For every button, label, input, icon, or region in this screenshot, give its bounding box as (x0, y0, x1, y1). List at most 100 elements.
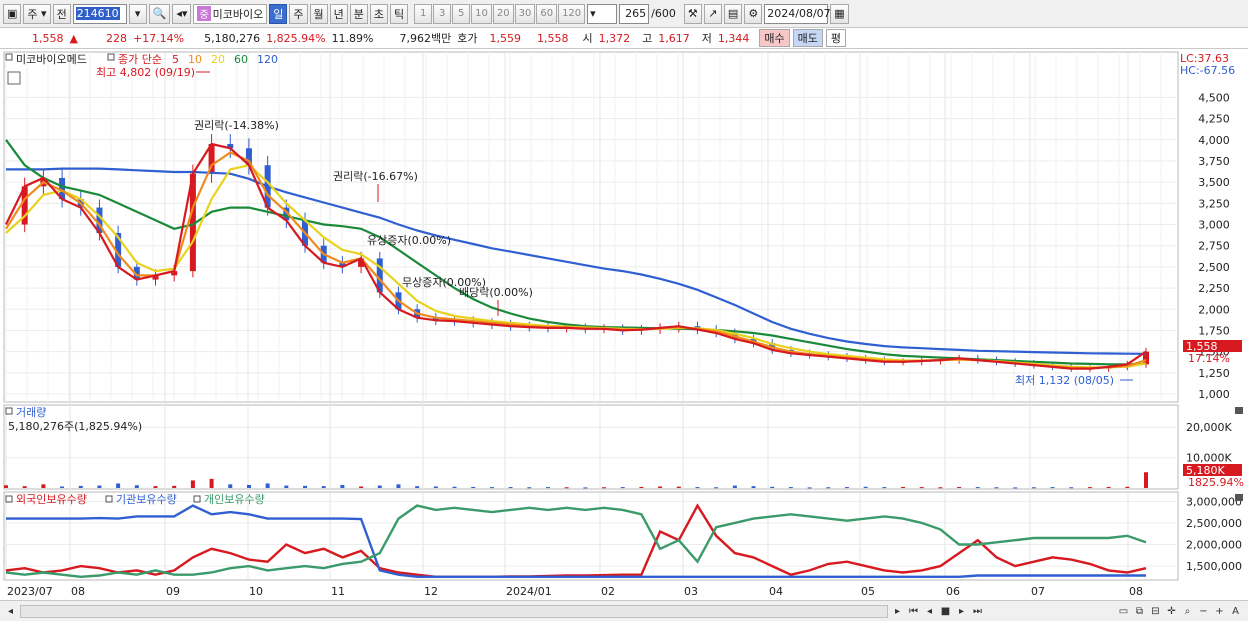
high-label: 고 (642, 32, 653, 45)
interval-button[interactable]: 20 (492, 3, 514, 24)
layout-icon[interactable]: ▭ (1117, 604, 1130, 618)
chart-tool-icon[interactable]: ⚒ (683, 3, 702, 24)
low-label: 저 (701, 32, 712, 45)
up-arrow-icon: ▲ (69, 31, 78, 45)
period-button[interactable]: 월 (309, 3, 328, 24)
period-button[interactable]: 일 (269, 3, 288, 24)
holdings-close-icon[interactable] (1235, 494, 1243, 501)
crosshair-icon[interactable]: ✛ (1165, 604, 1178, 618)
x-tick-label: 2024/01 (506, 585, 552, 598)
stock-chart[interactable]: 4,500 4,250 4,000 3,750 3,500 3,250 3,000 2,750… (0, 50, 1248, 600)
zoom-icon[interactable]: ⌕ (1181, 604, 1194, 618)
scroll-left-icon[interactable]: ◂ (4, 604, 17, 618)
calendar-icon[interactable]: ▦ (830, 3, 849, 24)
buy-button[interactable]: 매수 (759, 29, 790, 47)
period-button[interactable]: 년 (329, 3, 348, 24)
period-button[interactable]: 주 (289, 3, 308, 24)
stop-icon[interactable]: ■ (939, 604, 952, 618)
volume-bar (60, 486, 65, 488)
stock-code-input[interactable]: 214610 (72, 3, 127, 24)
prev-button[interactable]: 전 (52, 3, 71, 24)
speaker-icon[interactable]: ◂▾ (172, 3, 192, 24)
sell-button[interactable]: 매도 (792, 29, 823, 47)
volume-bar (452, 486, 457, 488)
play-back-icon[interactable]: ◂ (923, 604, 936, 618)
interval-dropdown[interactable]: ▾ (587, 3, 618, 24)
zoom-out-icon[interactable]: − (1197, 604, 1210, 618)
count-input[interactable]: 265 (619, 3, 650, 24)
volume: 5,180,276 (204, 31, 261, 45)
event-ex-rights-1: 권리락(-14.38%) (194, 119, 279, 132)
volume-bar (527, 487, 532, 489)
y-axis-ticks: 4,500 4,250 4,000 3,750 3,500 3,250 3,000 2,750… (1186, 91, 1242, 573)
volume-bar (807, 487, 812, 489)
gear-icon[interactable]: ⚙ (744, 3, 763, 24)
interval-button[interactable]: 3 (433, 3, 452, 24)
save-icon[interactable]: ▤ (723, 3, 743, 24)
x-tick-label: 03 (684, 585, 698, 598)
stock-code-value: 214610 (75, 7, 120, 20)
volume-bar (564, 487, 569, 489)
volume-bar (396, 484, 401, 488)
search-icon[interactable]: 🔍 (148, 3, 171, 24)
interval-button[interactable]: 120 (558, 3, 586, 24)
stock-name-field[interactable]: 중 미코바이오 (193, 3, 268, 24)
interval-button[interactable]: 10 (471, 3, 492, 24)
x-tick-label: 09 (166, 585, 180, 598)
period-button[interactable]: 초 (369, 3, 388, 24)
interval-button[interactable]: 60 (536, 3, 558, 24)
x-tick-label: 12 (424, 585, 438, 598)
fast-forward-icon[interactable]: ⏭ (971, 604, 984, 618)
high-price: 1,617 (658, 31, 690, 45)
grid-toggle-icon[interactable] (7, 71, 21, 85)
ma-legend-item: 5 (172, 53, 179, 66)
ask-label: 호가 (457, 32, 478, 45)
market-label: 주 (27, 7, 38, 21)
volume-bar (41, 484, 46, 488)
volume-bar (901, 486, 906, 488)
draw-tool-icon[interactable]: ↗ (703, 3, 722, 24)
scroll-right-icon[interactable]: ▸ (891, 604, 904, 618)
text-size-icon[interactable]: A (1229, 604, 1242, 618)
horizontal-scrollbar[interactable] (20, 604, 888, 618)
play-icon[interactable]: ▸ (955, 604, 968, 618)
volume-bar (134, 485, 139, 488)
window-menu-icon[interactable]: ▣ (3, 3, 22, 24)
period-button[interactable]: 분 (349, 3, 368, 24)
holdings-legend-item: 외국인보유수량 (16, 493, 87, 506)
volume-bar (1106, 486, 1111, 488)
volume-current-pct: 1825.94% (1188, 476, 1244, 489)
interval-button[interactable]: 1 (414, 3, 433, 24)
zoom-in-icon[interactable]: + (1213, 604, 1226, 618)
code-dropdown-icon[interactable]: ▾ (128, 3, 147, 24)
volume-bar (433, 486, 438, 488)
event-rights-issue: 유상증자(0.00%) (367, 234, 451, 247)
volume-bar (4, 485, 8, 488)
market-select[interactable]: 주 ▾ (23, 3, 51, 24)
period-button[interactable]: 틱 (390, 3, 409, 24)
x-tick-label: 08 (71, 585, 85, 598)
date-input[interactable]: 2024/08/07 (764, 3, 831, 24)
avg-button[interactable]: 평 (825, 29, 846, 47)
interval-button[interactable]: 30 (514, 3, 536, 24)
price-tick-label: 2,750 (1198, 240, 1230, 253)
ma-legend-item: 20 (211, 53, 225, 66)
x-tick-label: 11 (331, 585, 345, 598)
price-tick-label: 2,250 (1198, 282, 1230, 295)
volume-close-icon[interactable] (1235, 407, 1243, 414)
volume-bar (209, 478, 214, 488)
volume-bar (415, 486, 420, 488)
volume-bar (1144, 472, 1148, 488)
volume-bar (246, 484, 251, 488)
split-icon[interactable]: ⊟ (1149, 604, 1162, 618)
count-total: /600 (651, 7, 676, 20)
ma-legend-item: 120 (257, 53, 278, 66)
compare-icon[interactable]: ⧉ (1133, 604, 1146, 618)
rewind-icon[interactable]: ⏮ (907, 604, 920, 618)
interval-button[interactable]: 5 (452, 3, 471, 24)
volume-bar (714, 487, 719, 489)
volume-bar (863, 486, 868, 488)
volume-bar (377, 485, 382, 488)
price-tick-label: 3,750 (1198, 155, 1230, 168)
volume-bar (489, 487, 494, 489)
